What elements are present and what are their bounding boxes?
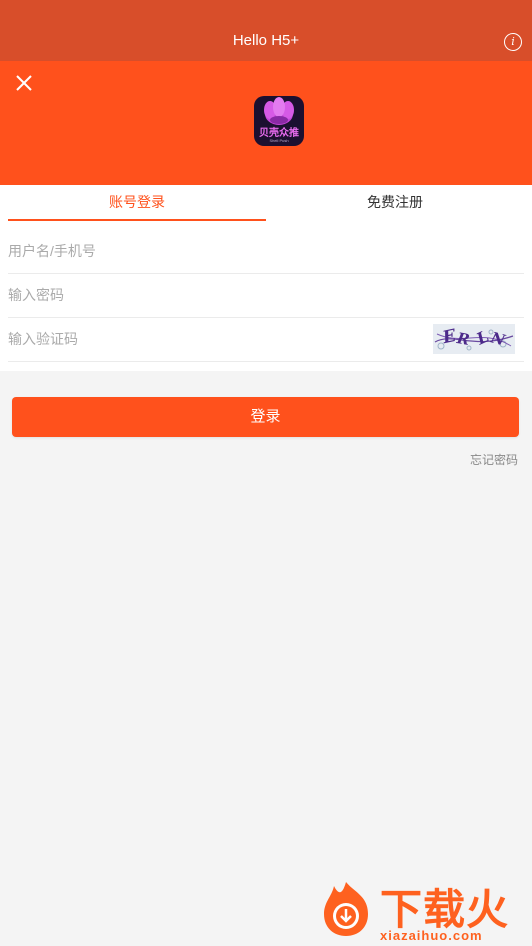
- login-button[interactable]: 登录: [12, 397, 519, 437]
- tab-account-login[interactable]: 账号登录: [8, 185, 266, 221]
- tab-bar: 账号登录 免费注册: [0, 185, 532, 221]
- watermark-url: xiazaihuo.com: [380, 928, 483, 943]
- captcha-input[interactable]: [8, 317, 408, 361]
- username-row: [8, 229, 524, 274]
- username-input[interactable]: [8, 229, 408, 273]
- password-row: [8, 273, 524, 318]
- captcha-row: E R L N: [8, 317, 524, 362]
- login-form: 账号登录 免费注册 E R L N: [0, 185, 532, 371]
- flame-logo-icon: [324, 882, 368, 936]
- app-logo-name: 贝壳众推: [259, 128, 299, 139]
- watermark: 下载火 xiazaihuo.com: [314, 876, 532, 946]
- forgot-password-link[interactable]: 忘记密码: [470, 451, 518, 468]
- close-icon[interactable]: [14, 73, 34, 93]
- tab-free-register[interactable]: 免费注册: [266, 185, 524, 219]
- shell-icon: [264, 97, 294, 125]
- hero-banner: 贝壳众推 Shell Push: [0, 61, 532, 185]
- captcha-image[interactable]: E R L N: [433, 324, 515, 354]
- password-input[interactable]: [8, 273, 408, 317]
- info-icon[interactable]: i: [504, 33, 522, 51]
- page-title: Hello H5+: [232, 32, 300, 49]
- app-logo: 贝壳众推 Shell Push: [254, 96, 304, 146]
- app-logo-subtitle: Shell Push: [269, 138, 289, 143]
- app-header: Hello H5+ i: [0, 0, 532, 61]
